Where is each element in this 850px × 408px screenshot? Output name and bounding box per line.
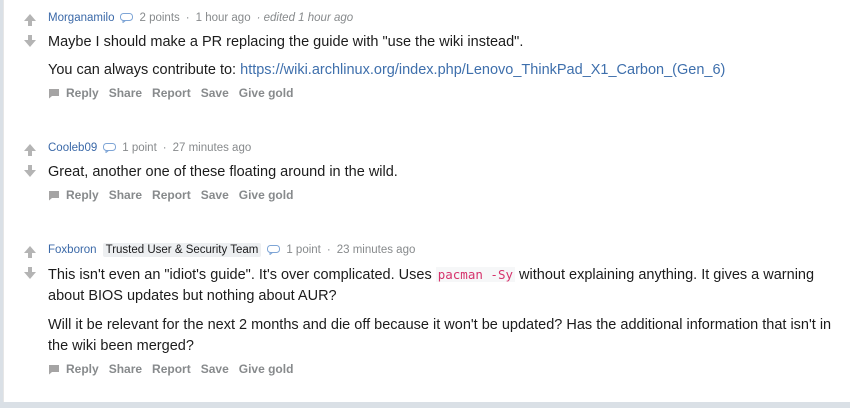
reply-label: Reply — [66, 188, 99, 202]
vote-column — [20, 10, 40, 51]
report-button[interactable]: Report — [152, 362, 191, 376]
upvote-arrow-icon[interactable] — [20, 10, 40, 30]
chat-bubble-icon[interactable] — [103, 143, 117, 153]
save-button[interactable]: Save — [201, 188, 229, 202]
author-link[interactable]: Foxboron — [48, 244, 97, 256]
report-button[interactable]: Report — [152, 86, 191, 100]
report-button[interactable]: Report — [152, 188, 191, 202]
save-button[interactable]: Save — [201, 86, 229, 100]
edited-label: · edited 1 hour ago — [256, 12, 354, 24]
share-button[interactable]: Share — [109, 188, 142, 202]
share-button[interactable]: Share — [109, 86, 142, 100]
text: You can always contribute to: — [48, 62, 241, 78]
comment-actions: Reply Share Report Save Give gold — [48, 86, 303, 100]
reply-label: Reply — [66, 362, 99, 376]
downvote-arrow-icon[interactable] — [20, 263, 40, 283]
comment-actions: Reply Share Report Save Give gold — [48, 188, 303, 202]
comment-icon — [49, 88, 59, 98]
author-link[interactable]: Cooleb09 — [48, 142, 97, 154]
timestamp[interactable]: 27 minutes ago — [173, 142, 252, 154]
vote-column — [20, 140, 40, 181]
comment-text: Will it be relevant for the next 2 month… — [48, 317, 832, 354]
comment-thread: Morganamilo 2 points · 1 hour ago · edit… — [3, 0, 850, 402]
wiki-link[interactable]: https://wiki.archlinux.org/index.php/Len… — [240, 62, 725, 78]
upvote-arrow-icon[interactable] — [20, 242, 40, 262]
chat-bubble-icon[interactable] — [120, 13, 134, 23]
timestamp[interactable]: 23 minutes ago — [337, 244, 416, 256]
chat-bubble-icon[interactable] — [267, 245, 281, 255]
timestamp[interactable]: 1 hour ago — [196, 12, 251, 24]
inline-code: pacman -Sy — [435, 267, 515, 282]
give-gold-button[interactable]: Give gold — [239, 188, 294, 202]
separator: · — [326, 244, 331, 256]
give-gold-button[interactable]: Give gold — [239, 86, 294, 100]
share-button[interactable]: Share — [109, 362, 142, 376]
score: 2 points — [139, 12, 180, 24]
comment-icon — [49, 364, 59, 374]
upvote-arrow-icon[interactable] — [20, 140, 40, 160]
author-link[interactable]: Morganamilo — [48, 12, 114, 24]
reply-label: Reply — [66, 86, 99, 100]
comment-body: Maybe I should make a PR replacing the g… — [48, 32, 848, 81]
separator: · — [162, 142, 167, 154]
downvote-arrow-icon[interactable] — [20, 31, 40, 51]
comment-body: Great, another one of these floating aro… — [48, 162, 848, 183]
comment-header: Foxboron Trusted User & Security Team 1 … — [48, 243, 415, 257]
comment-text: Great, another one of these floating aro… — [48, 164, 398, 180]
comment-icon — [49, 190, 59, 200]
separator: · — [185, 12, 190, 24]
comment-text: You can always contribute to: https://wi… — [48, 60, 848, 81]
comment-text: This isn't even an "idiot's guide". It's… — [48, 264, 848, 307]
score: 1 point — [122, 142, 157, 154]
downvote-arrow-icon[interactable] — [20, 161, 40, 181]
give-gold-button[interactable]: Give gold — [239, 362, 294, 376]
vote-column — [20, 242, 40, 283]
reply-button[interactable]: Reply — [48, 362, 99, 376]
comment-text: Maybe I should make a PR replacing the g… — [48, 34, 524, 50]
comment-actions: Reply Share Report Save Give gold — [48, 362, 303, 376]
comment-body: This isn't even an "idiot's guide". It's… — [48, 264, 848, 357]
comment-header: Morganamilo 2 points · 1 hour ago · edit… — [48, 12, 353, 24]
save-button[interactable]: Save — [201, 362, 229, 376]
reply-button[interactable]: Reply — [48, 188, 99, 202]
user-flair: Trusted User & Security Team — [102, 243, 262, 257]
text: This isn't even an "idiot's guide". It's… — [48, 267, 436, 283]
score: 1 point — [286, 244, 321, 256]
reply-button[interactable]: Reply — [48, 86, 99, 100]
comment-header: Cooleb09 1 point · 27 minutes ago — [48, 142, 251, 154]
